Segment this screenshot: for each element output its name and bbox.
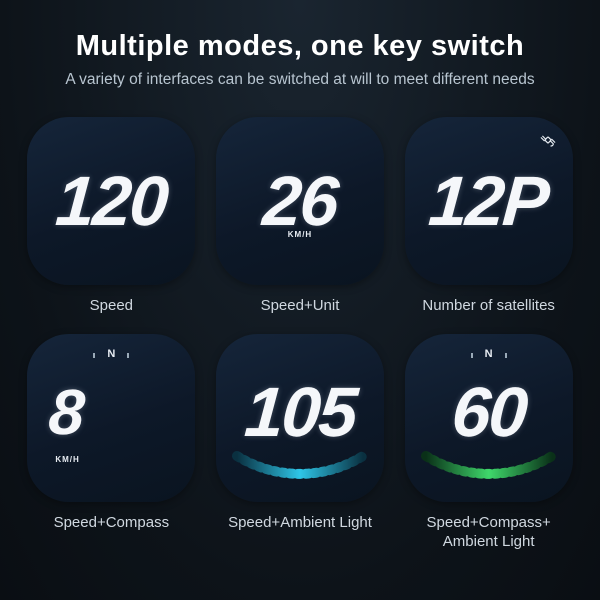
tile-speed-unit: 26 KM/H [216,117,384,285]
compass-north-label: N [485,348,493,360]
mode-speed-compass: N 8 KM/H Speed+Compass [24,334,199,552]
ambient-arc-icon [414,448,564,494]
page-subtitle: A variety of interfaces can be switched … [20,71,580,89]
speed-compass-value: 8 [47,380,85,444]
speed-value: 120 [53,166,169,236]
tile-speed: 120 [27,117,195,285]
ambient-arc-icon [225,448,375,494]
tile-satellites: 12P [405,117,573,285]
unit-label: KM/H [55,455,79,464]
caption-speed-ambient: Speed+Ambient Light [228,514,372,533]
compass-tick-icon [127,353,129,358]
compass-tick-icon [471,353,473,358]
speed-unit-value: 26 [261,166,340,236]
speed-compass-ambient-value: 60 [449,377,528,447]
tile-speed-ambient: 105 [216,334,384,502]
header: Multiple modes, one key switch A variety… [0,0,600,99]
satellites-value: 12P [427,166,550,236]
modes-grid: 120 Speed 26 KM/H Speed+Unit [0,99,600,551]
tile-speed-compass-ambient: N 60 [405,334,573,502]
compass-tick-icon [93,353,95,358]
caption-speed-unit: Speed+Unit [261,297,340,316]
compass-tick-icon [505,353,507,358]
satellite-icon [539,131,557,154]
mode-speed: 120 Speed [24,117,199,316]
caption-speed-compass: Speed+Compass [54,514,170,533]
mode-satellites: 12P Number of satellites [401,117,576,316]
page-title: Multiple modes, one key switch [20,30,580,63]
mode-speed-ambient: 105 Speed+Ambient Light [213,334,388,552]
tile-speed-compass: N 8 KM/H [27,334,195,502]
mode-speed-compass-ambient: N 60 Speed+Compass+ Ambient Light [401,334,576,552]
caption-speed-compass-ambient: Speed+Compass+ Ambient Light [427,514,551,552]
mode-speed-unit: 26 KM/H Speed+Unit [213,117,388,316]
speed-ambient-value: 105 [242,377,358,447]
unit-label: KM/H [288,230,312,239]
compass-north-label: N [107,348,115,360]
caption-speed: Speed [90,297,133,316]
caption-satellites: Number of satellites [422,297,555,316]
